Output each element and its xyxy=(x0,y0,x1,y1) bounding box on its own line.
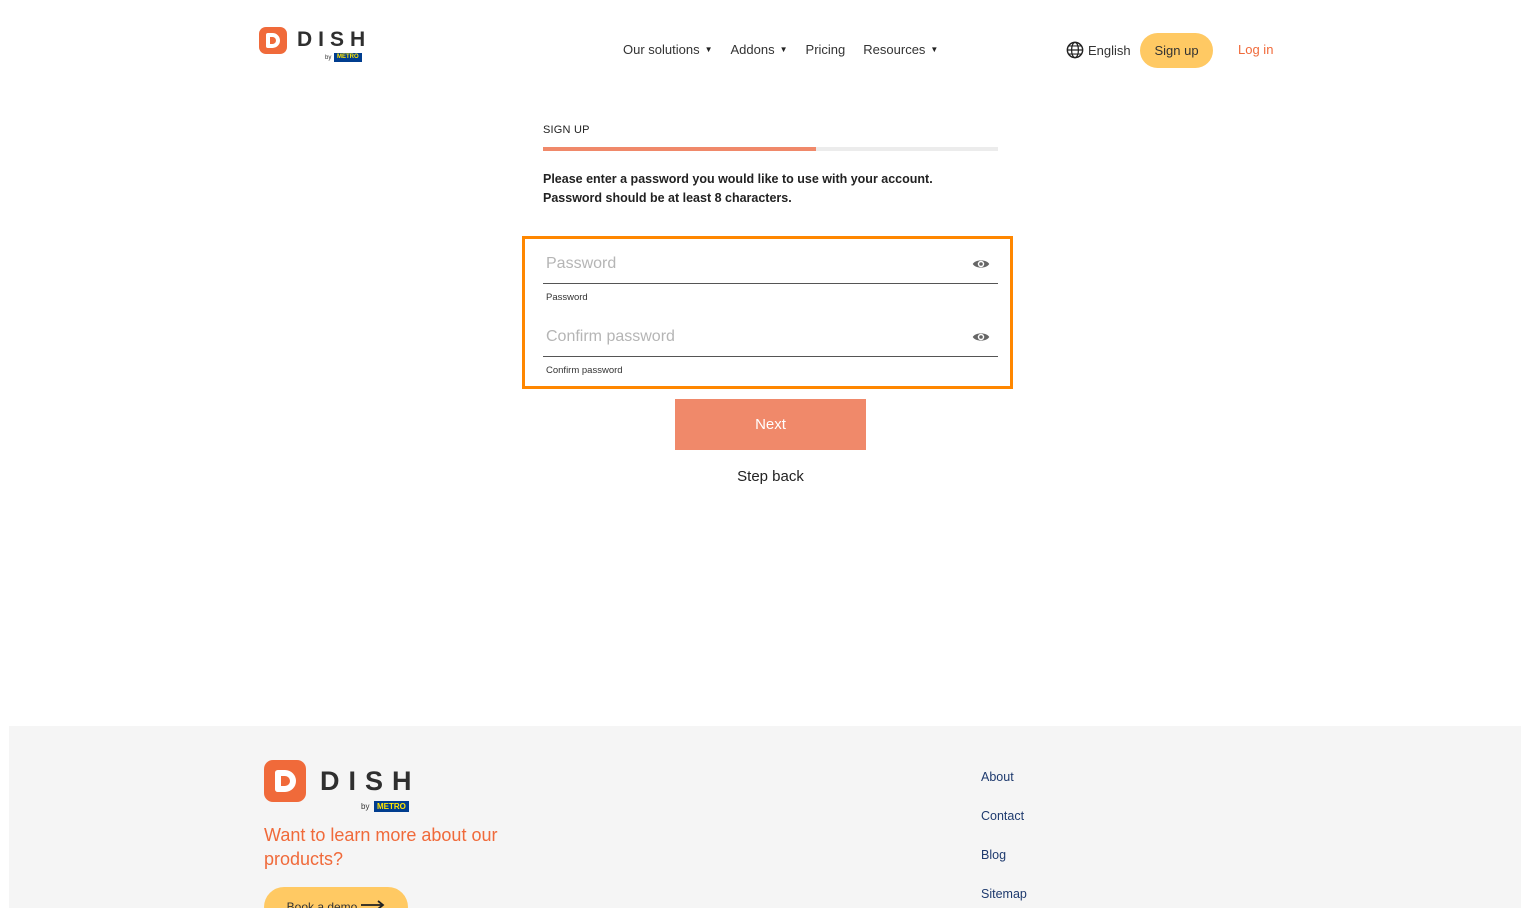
book-demo-button[interactable]: Book a demo xyxy=(264,887,408,908)
password-instructions: Please enter a password you would like t… xyxy=(543,172,933,205)
confirm-password-input[interactable] xyxy=(543,317,998,356)
main-nav: Our solutions ▼ Addons ▼ Pricing Resourc… xyxy=(623,42,938,57)
eye-icon[interactable] xyxy=(972,330,990,344)
nav-item-label: Resources xyxy=(863,42,926,57)
nav-item-label: Addons xyxy=(730,42,775,57)
nav-pricing[interactable]: Pricing xyxy=(806,42,846,57)
footer-link-sitemap[interactable]: Sitemap xyxy=(981,887,1027,901)
nav-our-solutions[interactable]: Our solutions ▼ xyxy=(623,42,713,57)
confirm-password-helper-text: Confirm password xyxy=(546,365,623,376)
nav-item-label: Our solutions xyxy=(623,42,700,57)
dish-logo[interactable]: DISH by METRO xyxy=(259,27,369,63)
password-helper-text: Password xyxy=(546,292,588,303)
nav-addons[interactable]: Addons ▼ xyxy=(731,42,788,57)
next-button[interactable]: Next xyxy=(675,399,866,450)
brand-by: by xyxy=(361,802,370,811)
arrow-right-icon xyxy=(361,900,385,908)
caret-down-icon: ▼ xyxy=(779,45,788,54)
caret-down-icon: ▼ xyxy=(930,45,939,54)
signup-progress-bar xyxy=(543,147,998,151)
signup-button[interactable]: Sign up xyxy=(1140,33,1213,68)
login-link[interactable]: Log in xyxy=(1238,42,1273,57)
nav-item-label: Pricing xyxy=(805,42,846,57)
brand-name: DISH xyxy=(320,766,421,796)
nav-resources[interactable]: Resources ▼ xyxy=(863,42,938,57)
book-demo-label: Book a demo xyxy=(286,900,358,908)
brand-name: DISH xyxy=(297,28,372,51)
metro-badge: METRO xyxy=(334,53,362,62)
dish-logo-mark xyxy=(259,27,287,54)
password-input[interactable] xyxy=(543,244,998,283)
password-field: Password xyxy=(543,244,998,303)
caret-down-icon: ▼ xyxy=(704,45,713,54)
footer: DISH by METRO Want to learn more about o… xyxy=(9,726,1521,908)
footer-dish-logo[interactable]: DISH by METRO xyxy=(264,760,424,816)
progress-fill xyxy=(543,147,816,151)
step-back-link[interactable]: Step back xyxy=(675,468,866,485)
globe-icon xyxy=(1066,41,1084,59)
confirm-password-field: Confirm password xyxy=(543,317,998,376)
footer-link-contact[interactable]: Contact xyxy=(981,809,1027,823)
brand-by: by xyxy=(325,55,332,61)
footer-link-about[interactable]: About xyxy=(981,770,1027,784)
step-label: SIGN UP xyxy=(543,124,590,136)
eye-icon[interactable] xyxy=(972,257,990,271)
language-selector[interactable]: English xyxy=(1066,41,1131,59)
metro-badge: METRO xyxy=(374,801,409,812)
footer-tagline: Want to learn more about our products? xyxy=(264,825,498,869)
footer-link-blog[interactable]: Blog xyxy=(981,848,1027,862)
language-label: English xyxy=(1088,42,1131,58)
dish-logo-mark xyxy=(264,760,306,802)
confirm-password-input-row xyxy=(543,317,998,357)
password-input-row xyxy=(543,244,998,284)
footer-links: About Contact Blog Sitemap xyxy=(981,770,1027,901)
